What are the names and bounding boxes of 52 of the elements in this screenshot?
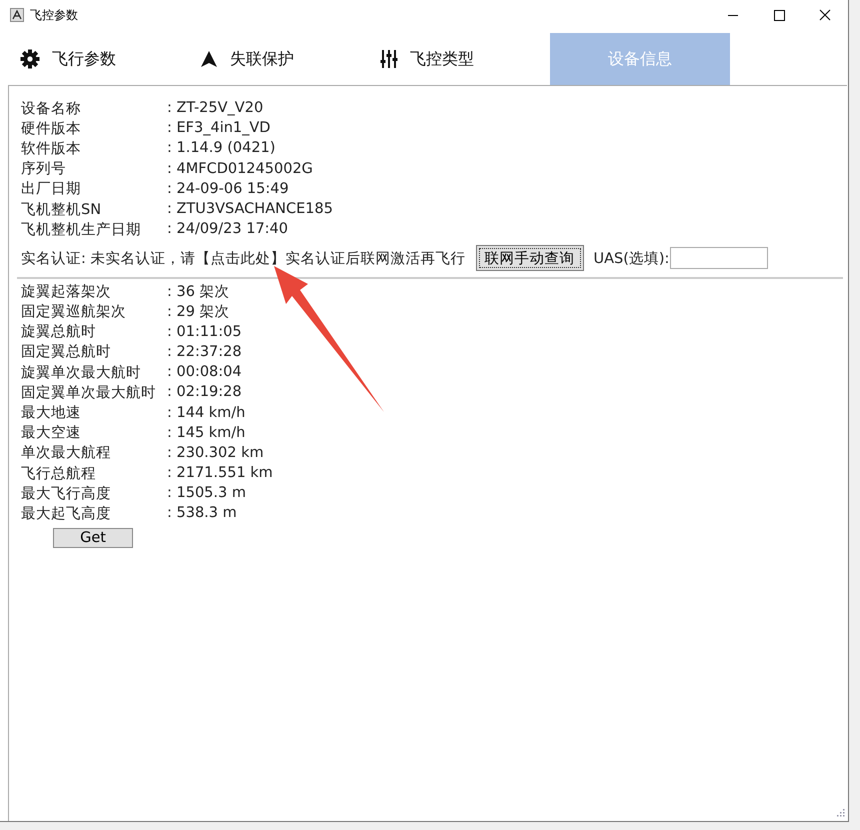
tab[interactable]: 飞控类型	[370, 33, 550, 85]
field-value: : 4MFCD01245002G	[167, 160, 313, 177]
field-label: 固定翼单次最大航时	[21, 384, 157, 402]
uas-label: UAS(选填):	[594, 250, 670, 268]
field-label: 飞行总航程	[21, 464, 97, 483]
verification-text: 实名认证: 未实名认证，请【点击此处】实名认证后联网激活再飞行	[21, 250, 466, 268]
field-value: : ZTU3VSACHANCE185	[167, 201, 333, 218]
field-value: : 145 km/h	[167, 424, 246, 441]
field-value: : 2171.551 km	[167, 465, 273, 482]
field-value: : 1.14.9 (0421)	[167, 140, 276, 156]
field-label: 旋翼单次最大航时	[21, 364, 142, 382]
field-value: : 1505.3 m	[167, 485, 246, 502]
app-icon	[10, 8, 24, 22]
navigation-arrow-icon	[200, 50, 218, 68]
field-label: 最大起飞高度	[21, 504, 112, 523]
field-label: 旋翼起落架次	[21, 282, 112, 301]
gear-icon	[20, 49, 40, 69]
uas-input[interactable]	[670, 247, 768, 270]
field-value: : 00:08:04	[167, 364, 242, 380]
field-label: 最大空速	[21, 424, 82, 442]
field-value: : 36 架次	[167, 282, 230, 301]
get-button[interactable]: Get	[53, 528, 133, 548]
tab[interactable]: 飞行参数	[10, 33, 190, 85]
sliders-icon	[380, 49, 398, 69]
field-value: : EF3_4in1_VD	[167, 120, 270, 136]
field-label: 固定翼总航时	[21, 342, 112, 362]
field-value: : 230.302 km	[167, 444, 264, 461]
field-value: : ZT-25V_V20	[167, 100, 264, 116]
window-title: 飞控参数	[30, 6, 79, 24]
field-label: 序列号	[21, 160, 67, 178]
field-label: 设备名称	[21, 100, 82, 118]
field-label: 飞机整机SN	[21, 200, 102, 219]
field-value: : 144 km/h	[167, 404, 246, 421]
resize-grip-icon[interactable]	[835, 809, 845, 819]
field-value: : 538.3 m	[167, 505, 237, 522]
field-value: : 22:37:28	[167, 344, 242, 360]
field-label: 软件版本	[21, 140, 82, 158]
query-button[interactable]: 联网手动查询	[476, 245, 584, 272]
tab[interactable]: 失联保护	[190, 33, 370, 85]
field-label: 出厂日期	[21, 180, 82, 198]
field-value: : 01:11:05	[167, 324, 242, 340]
field-label: 固定翼巡航架次	[21, 302, 127, 322]
field-label: 最大飞行高度	[21, 484, 112, 503]
field-label: 最大地速	[21, 404, 82, 422]
field-value: : 29 架次	[167, 303, 230, 322]
field-value: : 02:19:28	[167, 384, 242, 400]
field-value: : 24-09-06 15:49	[167, 180, 289, 197]
field-value: : 24/09/23 17:40	[167, 221, 288, 238]
field-label: 单次最大航程	[21, 444, 112, 462]
field-label: 旋翼总航时	[21, 323, 97, 342]
field-label: 硬件版本	[21, 120, 82, 138]
field-label: 飞机整机生产日期	[21, 220, 142, 239]
